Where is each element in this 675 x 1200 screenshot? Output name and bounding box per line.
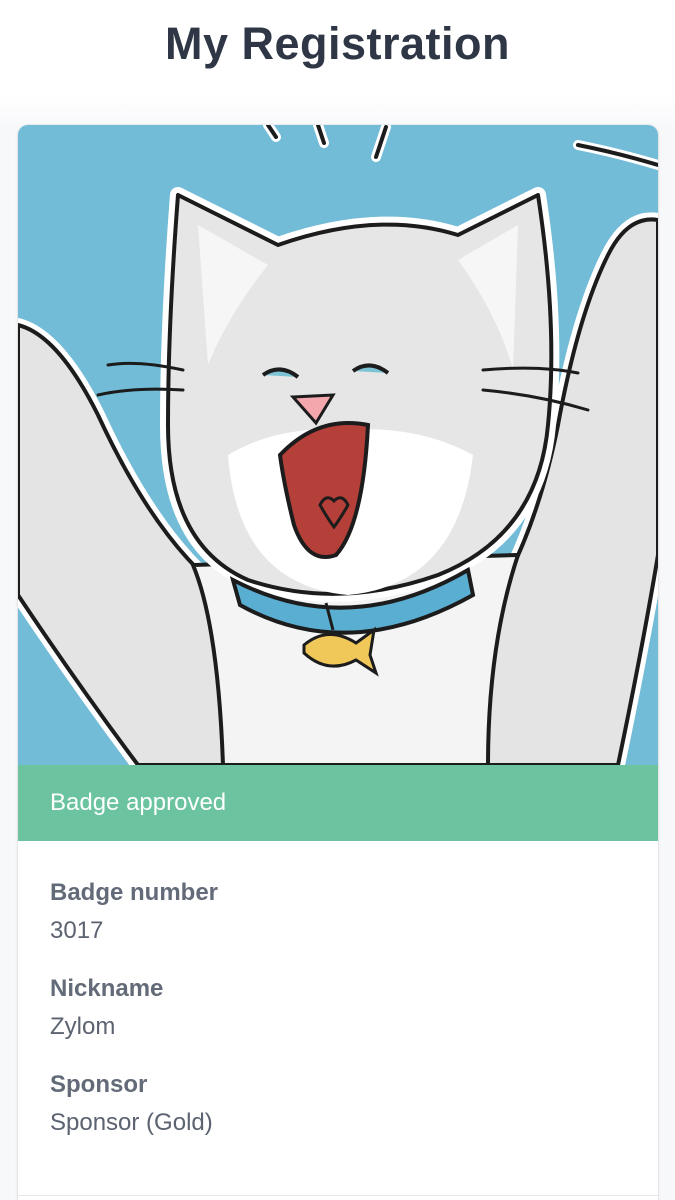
- sponsor-field: Sponsor Sponsor (Gold): [50, 1071, 626, 1137]
- field-label: Sponsor: [50, 1071, 148, 1098]
- page-title: My Registration: [164, 18, 511, 69]
- registration-details: Badge number 3017 Nickname Zylom Sponsor…: [18, 841, 658, 1137]
- field-label: Nickname: [50, 975, 164, 1002]
- badge-image: [18, 125, 658, 765]
- field-label: Badge number: [50, 879, 219, 906]
- nickname-field: Nickname Zylom: [50, 975, 626, 1041]
- status-badge: Badge approved: [18, 765, 658, 841]
- field-value: Sponsor (Gold): [50, 1109, 213, 1136]
- badge-number-field: Badge number 3017: [50, 879, 626, 945]
- divider: [18, 1195, 658, 1196]
- registration-page: My Registration Badge approved Badge num…: [0, 0, 675, 1200]
- registration-card: Badge approved Badge number 3017 Nicknam…: [18, 125, 658, 1200]
- field-value: Zylom: [50, 1013, 116, 1040]
- field-value: 3017: [50, 917, 104, 944]
